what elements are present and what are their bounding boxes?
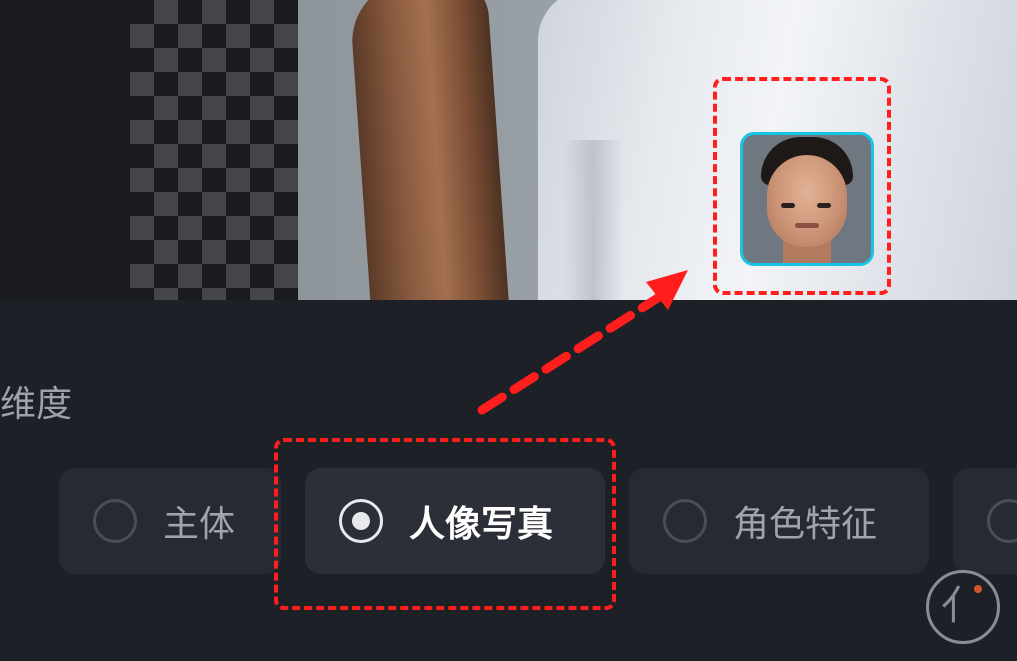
option-character-features[interactable]: 角色特征: [629, 468, 929, 574]
option-label: 角色特征: [733, 504, 878, 545]
radio-unchecked-icon: [987, 499, 1017, 543]
seal-icon: ⺅: [926, 570, 1000, 644]
option-partial[interactable]: [953, 468, 1017, 574]
section-label: 维度: [0, 384, 73, 425]
option-label: 主体: [163, 504, 236, 545]
radio-unchecked-icon: [663, 499, 707, 543]
seal-dot: [974, 585, 982, 593]
option-highlight-box: [274, 438, 616, 610]
option-subject[interactable]: 主体: [59, 468, 281, 574]
radio-unchecked-icon: [93, 499, 137, 543]
